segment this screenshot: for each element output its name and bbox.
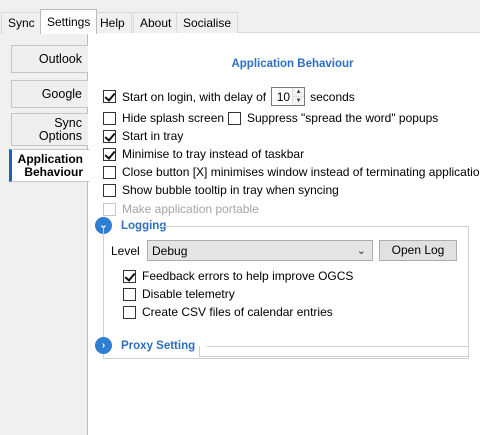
spin-down-icon[interactable]: ▼ xyxy=(293,97,305,105)
start-in-tray-row: Start in tray xyxy=(103,128,183,144)
csv-label: Create CSV files of calendar entries xyxy=(142,305,333,319)
suppress-popups-row: Suppress "spread the word" popups xyxy=(228,110,438,126)
telemetry-label: Disable telemetry xyxy=(142,287,235,301)
tab-settings[interactable]: Settings xyxy=(40,9,98,34)
telemetry-checkbox[interactable] xyxy=(123,287,136,301)
start-on-login-row: Start on login, with delay of 10 ▲ ▼ sec… xyxy=(103,86,355,107)
telemetry-row: Disable telemetry xyxy=(123,286,235,302)
start-on-login-label: Start on login, with delay of xyxy=(122,89,267,104)
side-tab-application-behaviour[interactable]: Application Behaviour xyxy=(9,149,89,182)
hide-splash-checkbox[interactable] xyxy=(103,111,116,125)
proxy-section-title: Proxy Setting xyxy=(121,339,196,352)
bubble-tooltip-row: Show bubble tooltip in tray when syncing xyxy=(103,182,339,198)
feedback-label: Feedback errors to help improve OGCS xyxy=(142,269,354,283)
close-button-row: Close button [X] minimises window instea… xyxy=(103,164,480,180)
proxy-section-header[interactable]: › Proxy Setting xyxy=(95,337,195,354)
side-tab-google[interactable]: Google xyxy=(11,80,88,108)
portable-label: Make application portable xyxy=(122,202,259,216)
login-delay-spinner[interactable]: 10 ▲ ▼ xyxy=(271,87,306,106)
start-on-login-seconds: seconds xyxy=(310,89,355,104)
minimise-to-tray-row: Minimise to tray instead of taskbar xyxy=(103,146,304,162)
chevron-right-icon[interactable]: › xyxy=(95,337,112,354)
proxy-group-box xyxy=(199,346,469,357)
open-log-button[interactable]: Open Log xyxy=(379,240,457,261)
log-level-value: Debug xyxy=(152,243,188,258)
csv-checkbox[interactable] xyxy=(123,305,136,319)
side-tab-outlook-label: Outlook xyxy=(38,51,82,66)
feedback-checkbox[interactable] xyxy=(123,269,136,283)
bubble-tooltip-label: Show bubble tooltip in tray when syncing xyxy=(122,183,339,197)
start-in-tray-label: Start in tray xyxy=(122,129,184,143)
spin-up-icon[interactable]: ▲ xyxy=(293,88,305,97)
login-delay-value[interactable]: 10 xyxy=(272,90,292,104)
minimise-to-tray-label: Minimise to tray instead of taskbar xyxy=(122,147,305,161)
side-tab-app-behaviour-line2: Behaviour xyxy=(24,164,83,179)
csv-row: Create CSV files of calendar entries xyxy=(123,304,333,320)
minimise-to-tray-checkbox[interactable] xyxy=(103,147,116,161)
tab-socialise[interactable]: Socialise xyxy=(176,12,239,33)
page-title: Application Behaviour xyxy=(231,58,354,70)
portable-checkbox xyxy=(103,202,116,216)
side-tab-app-behaviour-line1: Application xyxy=(17,151,83,166)
tab-help[interactable]: Help xyxy=(93,12,132,33)
start-on-login-checkbox[interactable] xyxy=(103,90,116,103)
application-behaviour-panel: Application Behaviour Start on login, wi… xyxy=(89,33,480,435)
log-level-label: Level xyxy=(111,244,140,258)
log-level-dropdown[interactable]: Debug ⌄ xyxy=(147,240,373,261)
suppress-popups-checkbox[interactable] xyxy=(228,111,241,125)
close-button-label: Close button [X] minimises window instea… xyxy=(122,165,480,179)
bubble-tooltip-checkbox[interactable] xyxy=(103,183,116,197)
side-tab-sync-options[interactable]: Sync Options xyxy=(11,113,88,146)
top-tab-bar: Sync Settings Help About Socialise xyxy=(0,0,480,34)
tab-sync[interactable]: Sync xyxy=(1,12,42,33)
feedback-row: Feedback errors to help improve OGCS xyxy=(123,268,353,284)
login-delay-spin-buttons: ▲ ▼ xyxy=(292,88,305,105)
chevron-down-icon[interactable]: ⌄ xyxy=(357,244,366,257)
hide-splash-row: Hide splash screen xyxy=(103,110,224,126)
suppress-popups-label: Suppress "spread the word" popups xyxy=(247,111,439,125)
side-tab-sync-options-line2: Options xyxy=(38,128,82,143)
side-tab-sync-options-line1: Sync xyxy=(54,115,82,130)
side-tab-google-label: Google xyxy=(41,86,82,101)
side-tab-outlook[interactable]: Outlook xyxy=(11,45,88,73)
log-level-row: Level xyxy=(111,243,140,259)
portable-row: Make application portable xyxy=(103,201,259,217)
settings-page: Outlook Google Sync Options Application … xyxy=(0,33,480,435)
hide-splash-label: Hide splash screen xyxy=(122,111,225,125)
close-button-checkbox[interactable] xyxy=(103,165,116,179)
settings-side-tabs: Outlook Google Sync Options Application … xyxy=(0,33,89,435)
tab-about[interactable]: About xyxy=(133,12,179,33)
start-in-tray-checkbox[interactable] xyxy=(103,129,116,143)
